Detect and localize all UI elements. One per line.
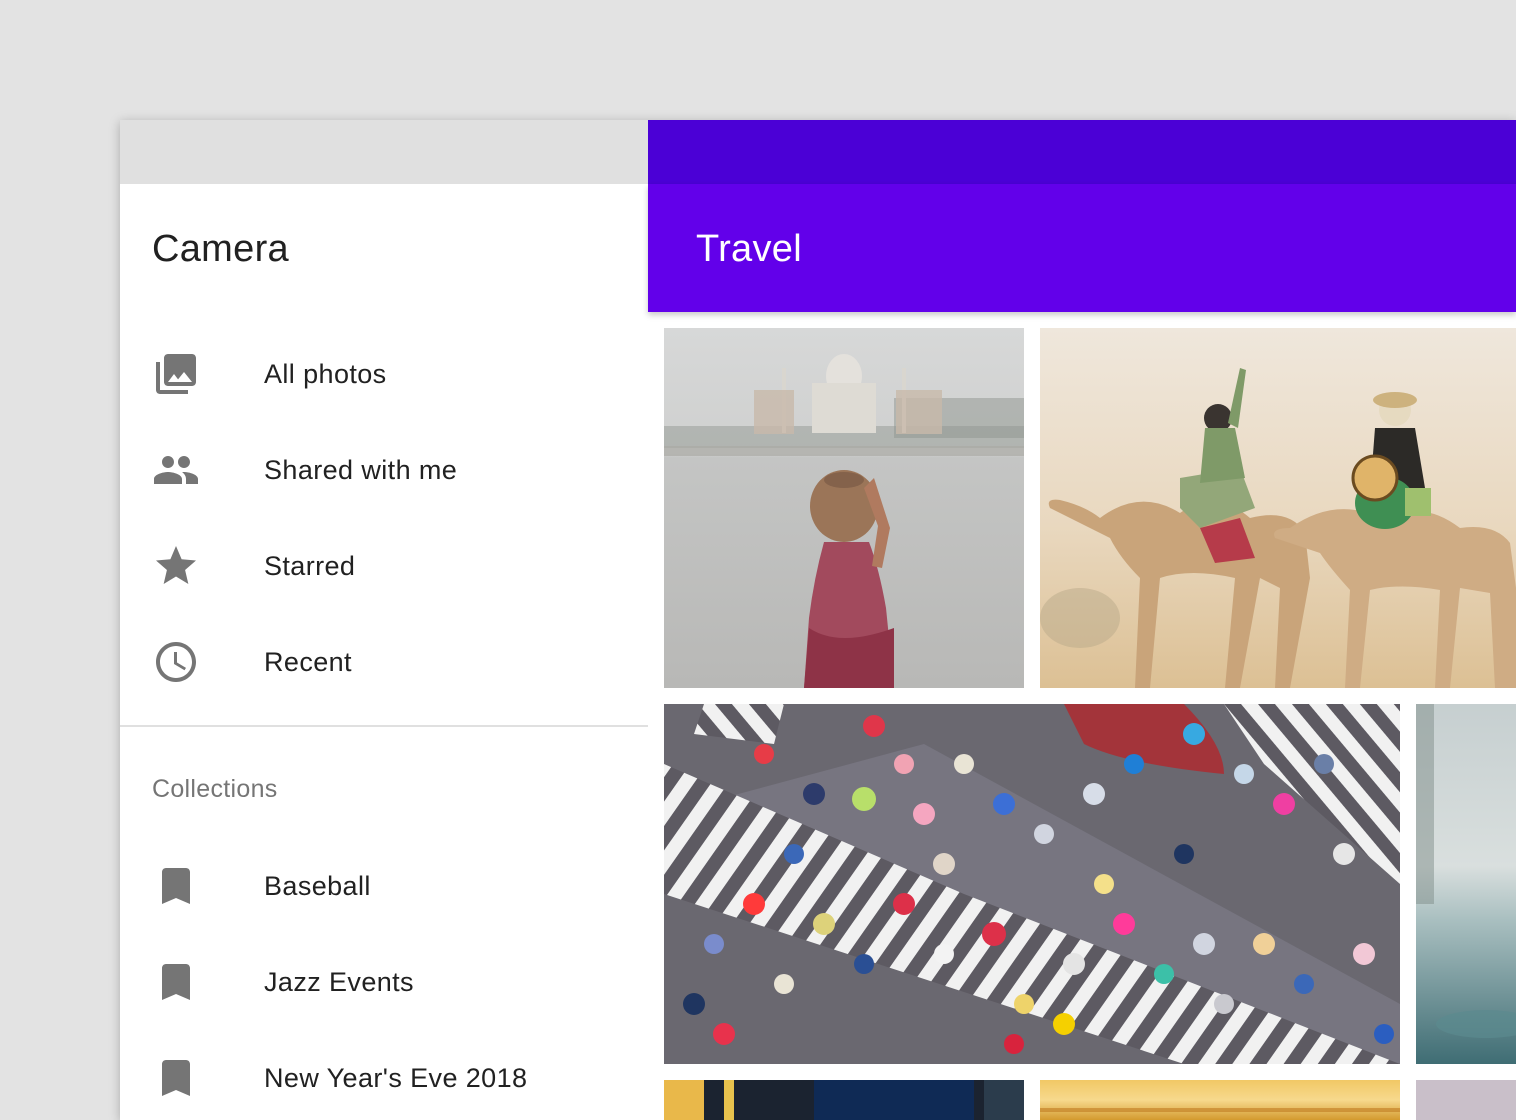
- drawer-status-bar: [120, 120, 648, 184]
- nav-item-shared-with-me[interactable]: Shared with me: [120, 422, 648, 518]
- device-frame: Camera All photos Shared with me Starred…: [120, 120, 1516, 1120]
- nav-item-label: Shared with me: [264, 454, 458, 485]
- drawer-title: Camera: [152, 228, 289, 270]
- collection-item-baseball[interactable]: Baseball: [120, 838, 648, 934]
- collection-item-label: Jazz Events: [264, 966, 414, 997]
- nav-item-all-photos[interactable]: All photos: [120, 326, 648, 422]
- clock-icon: [152, 638, 200, 686]
- nav-item-label: All photos: [264, 358, 387, 389]
- nav-item-label: Starred: [264, 550, 356, 581]
- status-bar: [648, 120, 1516, 184]
- photo-tile-camel-riders[interactable]: [1040, 328, 1516, 688]
- photo-tile-sunset[interactable]: [1040, 1080, 1400, 1120]
- photo-tile-misty-shore[interactable]: [1416, 704, 1516, 1064]
- photo-tile-taj-mahal[interactable]: [664, 328, 1024, 688]
- photo-tile-lavender[interactable]: [1416, 1080, 1516, 1120]
- app-bar-title: Travel: [696, 228, 802, 270]
- main-content: Travel: [648, 120, 1516, 1120]
- people-icon: [152, 446, 200, 494]
- collection-item-new-years-eve-2018[interactable]: New Year's Eve 2018: [120, 1030, 648, 1120]
- photo-tile-city-lights[interactable]: [664, 1080, 1024, 1120]
- collection-item-jazz-events[interactable]: Jazz Events: [120, 934, 648, 1030]
- collection-item-label: New Year's Eve 2018: [264, 1062, 528, 1093]
- photo-library-icon: [152, 350, 200, 398]
- photo-tile-crosswalk-umbrellas[interactable]: [664, 704, 1400, 1064]
- nav-item-recent[interactable]: Recent: [120, 614, 648, 710]
- drawer-divider: [120, 725, 648, 727]
- collection-item-label: Baseball: [264, 870, 371, 901]
- collections-subheader: Collections: [152, 775, 278, 803]
- bookmark-icon: [152, 958, 200, 1006]
- nav-item-starred[interactable]: Starred: [120, 518, 648, 614]
- navigation-drawer: Camera All photos Shared with me Starred…: [120, 120, 649, 1120]
- bookmark-icon: [152, 1054, 200, 1102]
- star-icon: [152, 542, 200, 590]
- bookmark-icon: [152, 862, 200, 910]
- nav-item-label: Recent: [264, 646, 352, 677]
- top-app-bar: Travel: [648, 184, 1516, 312]
